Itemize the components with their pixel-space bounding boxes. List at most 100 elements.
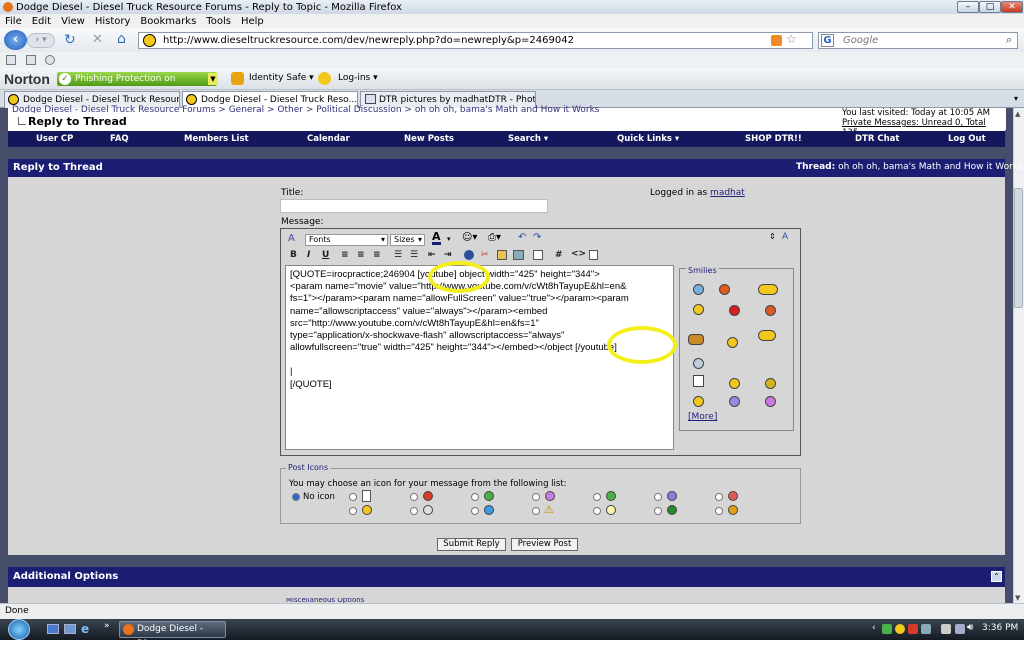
collapse-icon[interactable]: ⌃ [991, 571, 1002, 582]
switch-mode-icon[interactable]: A [782, 232, 788, 242]
close-button[interactable]: ✕ [1001, 1, 1023, 13]
font-style-icon[interactable]: A [288, 233, 295, 244]
radio-post-icon[interactable] [471, 507, 479, 515]
align-right-icon[interactable]: ≡ [373, 250, 381, 260]
hash-icon[interactable]: # [555, 250, 563, 260]
forward-button[interactable]: › ▾ [27, 33, 55, 48]
redo-icon[interactable]: ↷ [533, 232, 541, 243]
nav-new-posts[interactable]: New Posts [404, 134, 454, 144]
text-color-icon[interactable]: A [432, 231, 441, 245]
quicklaunch-more-icon[interactable]: » [104, 621, 110, 631]
search-input[interactable]: Google [818, 32, 1018, 49]
smilie-roll-icon[interactable] [765, 378, 776, 389]
chevron-down-icon[interactable]: ▼ [208, 73, 218, 85]
taskbar-firefox-item[interactable]: Dodge Diesel - Dies... [119, 621, 226, 649]
smilie-wink-icon[interactable] [729, 378, 740, 389]
radio-post-icon[interactable] [654, 493, 662, 501]
chevron-down-icon[interactable]: ▾ [447, 235, 451, 243]
nav-quick-links[interactable]: Quick Links ▾ [617, 134, 679, 144]
undo-icon[interactable]: ↶ [518, 232, 526, 243]
menu-help[interactable]: Help [241, 16, 264, 27]
ordered-list-icon[interactable]: ☰ [394, 250, 402, 260]
nav-search[interactable]: Search ▾ [508, 134, 548, 144]
vertical-scrollbar[interactable] [1013, 108, 1024, 603]
radio-post-icon[interactable] [410, 507, 418, 515]
resize-icon[interactable]: ⇕ [769, 232, 776, 241]
smilie-insert-icon[interactable]: ☺▾ [462, 232, 477, 243]
title-input[interactable] [280, 199, 548, 213]
size-select[interactable]: Sizes ▾ [390, 234, 425, 246]
radio-post-icon[interactable] [593, 493, 601, 501]
menu-history[interactable]: History [95, 16, 131, 27]
menu-view[interactable]: View [61, 16, 85, 27]
submit-reply-button[interactable]: Submit Reply [437, 538, 506, 551]
underline-button[interactable]: U [322, 250, 329, 260]
smilie-smile-icon[interactable] [693, 396, 704, 407]
smilie-fight-icon[interactable] [758, 330, 776, 341]
scroll-up-icon[interactable]: ▲ [1015, 110, 1020, 118]
attach-icon[interactable]: ⎙▾ [488, 232, 501, 243]
bold-button[interactable]: B [290, 250, 297, 260]
switch-windows-icon[interactable] [64, 624, 76, 634]
menu-bookmarks[interactable]: Bookmarks [140, 16, 196, 27]
username-link[interactable]: madhat [710, 188, 745, 198]
identity-safe-menu[interactable]: Identity Safe ▾ [249, 73, 314, 83]
radio-post-icon[interactable] [654, 507, 662, 515]
radio-post-icon[interactable] [715, 507, 723, 515]
history-icon[interactable] [45, 55, 55, 65]
smilie-sad-icon[interactable] [729, 396, 740, 407]
rss-icon[interactable] [771, 35, 782, 46]
code-icon[interactable]: <> [571, 249, 586, 259]
quote-icon[interactable] [533, 250, 543, 260]
tab-list-icon[interactable]: ▾ [1014, 94, 1018, 103]
radio-post-icon[interactable] [410, 493, 418, 501]
bookmark-star-icon[interactable]: ☆ [786, 32, 797, 46]
smilie-angry-icon[interactable] [729, 305, 740, 316]
radio-post-icon[interactable] [532, 493, 540, 501]
align-center-icon[interactable]: ≡ [357, 250, 365, 260]
smilie-boxing-icon[interactable] [688, 334, 704, 345]
home-icon[interactable]: ⌂ [117, 31, 126, 47]
radio-post-icon[interactable] [471, 493, 479, 501]
reload-icon[interactable]: ↻ [64, 32, 76, 48]
tray-norton-icon[interactable] [882, 624, 892, 634]
nav-log-out[interactable]: Log Out [948, 134, 986, 144]
link-icon[interactable] [464, 250, 474, 260]
taskbar-clock[interactable]: 3:36 PM [982, 623, 1018, 633]
tray-monitor-icon[interactable] [955, 624, 965, 634]
unordered-list-icon[interactable]: ☰ [410, 250, 418, 260]
start-button[interactable] [8, 619, 30, 640]
url-bar[interactable]: http://www.dieseltruckresource.com/dev/n… [138, 32, 813, 49]
nav-shop-dtr[interactable]: SHOP DTR!! [745, 134, 802, 144]
radio-post-icon[interactable] [532, 507, 540, 515]
menu-edit[interactable]: Edit [32, 16, 51, 27]
unlink-icon[interactable]: ✂ [481, 250, 489, 260]
internet-explorer-icon[interactable]: e [81, 622, 89, 636]
nav-dtr-chat[interactable]: DTR Chat [855, 134, 899, 144]
nav-calendar[interactable]: Calendar [307, 134, 350, 144]
bookmark-icon[interactable] [6, 55, 16, 65]
stop-icon[interactable]: ✕ [92, 32, 103, 47]
page-icon[interactable] [26, 55, 36, 65]
show-desktop-icon[interactable] [47, 624, 59, 634]
tray-expand-icon[interactable]: ‹ [872, 623, 876, 633]
smilie-gun-icon[interactable] [758, 284, 778, 295]
image-icon[interactable] [513, 250, 524, 260]
align-left-icon[interactable]: ≡ [341, 250, 349, 260]
php-icon[interactable] [589, 250, 598, 260]
breadcrumb[interactable]: Dodge Diesel - Diesel Truck Resource For… [12, 105, 612, 113]
tray-logins-icon[interactable] [895, 624, 905, 634]
radio-post-icon[interactable] [349, 507, 357, 515]
scroll-down-icon[interactable]: ▼ [1015, 594, 1020, 602]
nav-members-list[interactable]: Members List [184, 134, 249, 144]
font-select[interactable]: Fonts ▾ [305, 234, 388, 246]
back-button[interactable]: ‹ [4, 30, 27, 50]
smilie-eek-icon[interactable] [765, 305, 776, 316]
smilie-confused-icon[interactable] [727, 337, 738, 348]
email-icon[interactable] [497, 250, 507, 260]
smilie-beer-icon[interactable] [693, 375, 704, 387]
outdent-icon[interactable]: ⇤ [428, 250, 436, 260]
smilie-guitar-icon[interactable] [693, 304, 704, 315]
smilie-robot-icon[interactable] [693, 358, 704, 369]
menu-file[interactable]: File [5, 16, 22, 27]
